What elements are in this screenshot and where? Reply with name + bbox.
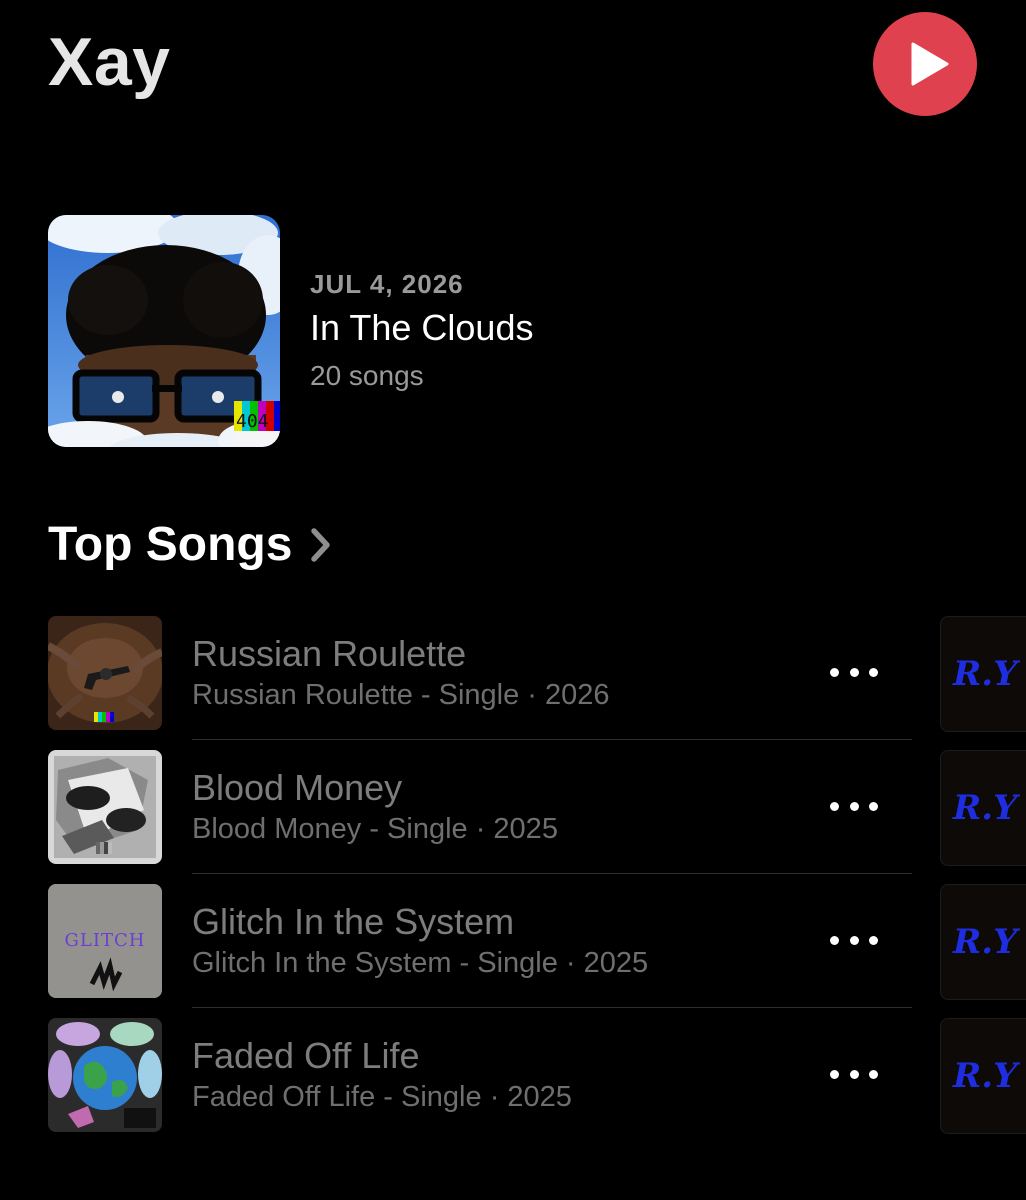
release-title: In The Clouds — [310, 307, 534, 348]
top-songs-heading-label: Top Songs — [48, 518, 293, 571]
song-title: Faded Off Life — [192, 1035, 420, 1076]
song-subtitle: Faded Off Life - Single · 2025 — [192, 1081, 572, 1113]
song-row[interactable]: Faded Off Life Faded Off Life - Single ·… — [48, 1018, 1026, 1152]
song-artwork[interactable]: GLITCH — [48, 884, 162, 998]
next-column-artwork[interactable]: R.Y — [940, 616, 1026, 732]
song-row[interactable]: Blood Money Blood Money - Single · 2025 … — [48, 750, 1026, 884]
song-title: Glitch In the System — [192, 901, 515, 942]
play-button[interactable] — [873, 12, 977, 116]
latest-release-info[interactable]: JUL 4, 2026 In The Clouds 20 songs — [310, 268, 533, 394]
ellipsis-icon[interactable] — [830, 1058, 878, 1090]
song-row[interactable]: GLITCH Glitch In the System Glitch In th… — [48, 884, 1026, 1018]
song-subtitle: Glitch In the System - Single · 2025 — [192, 947, 649, 979]
next-column-artwork[interactable]: R.Y — [940, 884, 1026, 1000]
next-column-art-text: R.Y — [952, 922, 1020, 962]
latest-release-artwork[interactable]: 404 — [48, 215, 280, 447]
release-song-count: 20 songs — [310, 360, 424, 391]
next-column-art-text: R.Y — [952, 1056, 1020, 1096]
release-date: JUL 4, 2026 — [310, 269, 464, 299]
ellipsis-icon[interactable] — [830, 790, 878, 822]
ellipsis-icon[interactable] — [830, 656, 878, 688]
row-divider — [192, 873, 912, 874]
song-row[interactable]: Russian Roulette Russian Roulette - Sing… — [48, 616, 1026, 750]
song-art-text: GLITCH — [65, 930, 146, 951]
row-divider — [192, 1007, 912, 1008]
next-column-art-text: R.Y — [952, 788, 1020, 828]
song-subtitle: Russian Roulette - Single · 2026 — [192, 679, 610, 711]
song-title: Blood Money — [192, 767, 403, 808]
ellipsis-icon[interactable] — [830, 924, 878, 956]
row-divider — [192, 739, 912, 740]
play-icon — [911, 42, 949, 86]
next-column-artwork[interactable]: R.Y — [940, 750, 1026, 866]
song-subtitle: Blood Money - Single · 2025 — [192, 813, 558, 845]
song-artwork[interactable] — [48, 616, 162, 730]
song-title: Russian Roulette — [192, 633, 467, 674]
song-artwork[interactable] — [48, 1018, 162, 1132]
album-badge-text: 404 — [236, 411, 269, 432]
artist-name: Xay — [48, 24, 171, 100]
next-column-artwork[interactable]: R.Y — [940, 1018, 1026, 1134]
top-songs-heading[interactable]: Top Songs — [48, 515, 332, 575]
next-column-art-text: R.Y — [952, 654, 1020, 694]
chevron-right-icon — [310, 527, 332, 563]
song-artwork[interactable] — [48, 750, 162, 864]
